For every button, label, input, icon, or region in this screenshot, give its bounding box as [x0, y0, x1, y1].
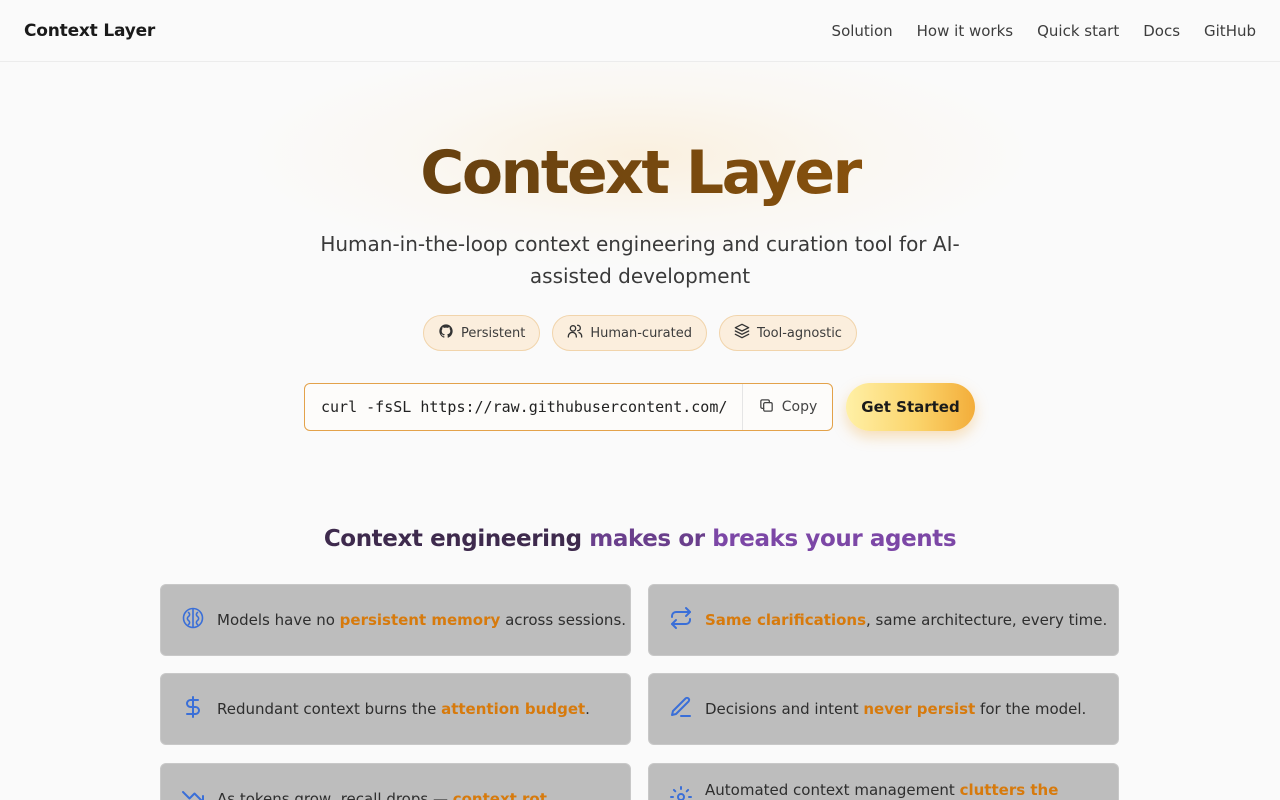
site-header: Context Layer Solution How it works Quic…	[0, 0, 1280, 62]
copy-icon	[758, 397, 775, 418]
section-title-part3: breaks your agents	[712, 526, 957, 552]
settings-icon	[669, 785, 693, 800]
card-text: Automated context management clutters th…	[705, 781, 1059, 800]
problem-card: Redundant context burns the attention bu…	[160, 673, 631, 745]
problem-card: Same clarifications, same architecture, …	[648, 584, 1119, 656]
nav-how-it-works[interactable]: How it works	[917, 22, 1013, 40]
section-title-part1: Context engineering	[323, 526, 582, 552]
top-nav: Solution How it works Quick start Docs G…	[832, 22, 1256, 40]
pen-icon	[669, 695, 693, 723]
nav-solution[interactable]: Solution	[832, 22, 893, 40]
card-text: Same clarifications, same architecture, …	[705, 611, 1108, 629]
pill-label: Tool-agnostic	[756, 325, 842, 341]
hero-subtitle: Human-in-the-loop context engineering an…	[320, 232, 960, 288]
problem-card: Automated context management clutters th…	[648, 763, 1119, 800]
layers-icon	[734, 323, 750, 343]
users-icon	[567, 323, 583, 343]
repeat-icon	[669, 606, 693, 634]
section-title: Context engineering makes or breaks your…	[0, 526, 1280, 552]
nav-github[interactable]: GitHub	[1204, 22, 1256, 40]
brain-icon	[181, 606, 205, 634]
pill-label: Human-curated	[590, 325, 692, 341]
copy-button[interactable]: Copy	[742, 384, 832, 430]
get-started-button[interactable]: Get Started	[846, 383, 975, 431]
github-icon	[438, 323, 454, 343]
pill-persistent: Persistent	[423, 315, 541, 351]
brand-logo[interactable]: Context Layer	[24, 21, 155, 41]
card-text: Models have no persistent memory across …	[217, 611, 627, 629]
problem-card: Models have no persistent memory across …	[160, 584, 631, 656]
nav-docs[interactable]: Docs	[1143, 22, 1180, 40]
pill-label: Persistent	[461, 325, 526, 341]
copy-label: Copy	[781, 399, 818, 415]
hero-title: Context Layer	[0, 138, 1280, 208]
card-text: Redundant context burns the attention bu…	[217, 700, 590, 718]
pill-human-curated: Human-curated	[552, 315, 707, 351]
problem-card: As tokens grow, recall drops — context r…	[160, 763, 631, 800]
feature-pills: Persistent Human-curated Tool-agnostic	[0, 315, 1280, 351]
nav-quick-start[interactable]: Quick start	[1037, 22, 1119, 40]
install-command-box: curl -fsSL https://raw.githubusercontent…	[304, 383, 833, 431]
trending-down-icon	[181, 785, 205, 800]
dollar-icon	[181, 695, 205, 723]
pill-tool-agnostic: Tool-agnostic	[718, 315, 857, 351]
problem-card: Decisions and intent never persist for t…	[648, 673, 1119, 745]
card-text: Decisions and intent never persist for t…	[705, 700, 1087, 718]
section-title-part2: makes or	[589, 526, 705, 552]
install-command[interactable]: curl -fsSL https://raw.githubusercontent…	[305, 398, 742, 416]
card-text: As tokens grow, recall drops — context r…	[217, 790, 552, 800]
